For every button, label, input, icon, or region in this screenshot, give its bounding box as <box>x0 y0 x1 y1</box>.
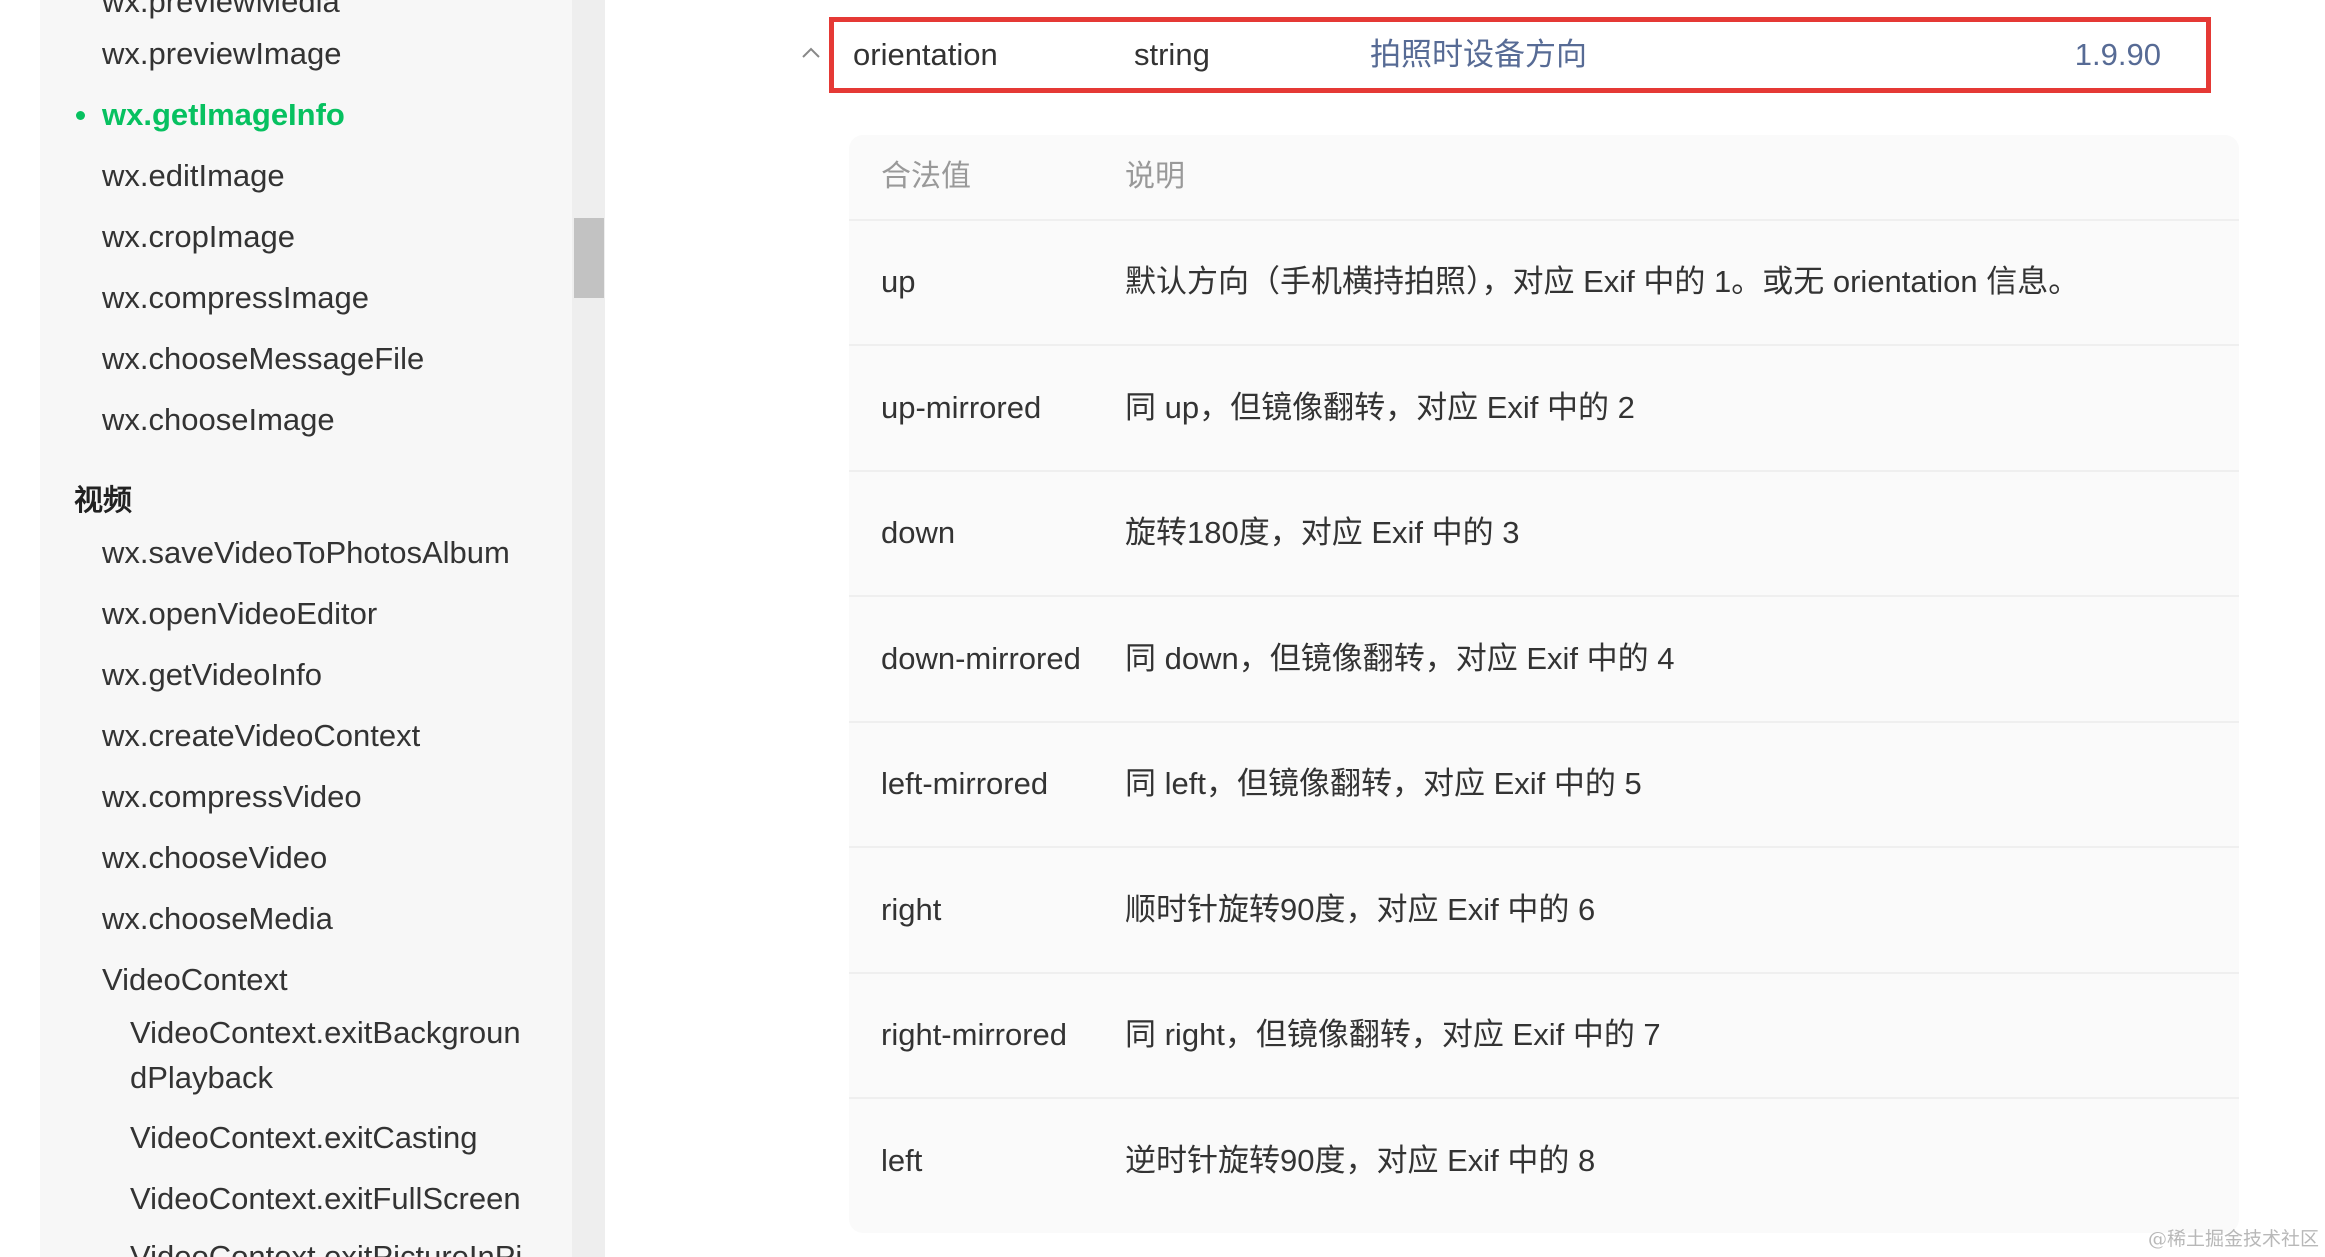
column-header-description: 说明 <box>1125 160 1185 193</box>
orientation-description: 顺时针旋转90度，对应 Exif 中的 6 <box>1125 891 1596 927</box>
sidebar-edge <box>0 0 40 1257</box>
chevron-up-icon[interactable] <box>800 42 822 64</box>
table-row: up 默认方向（手机横持拍照），对应 Exif 中的 1。或无 orientati… <box>849 219 2239 346</box>
param-row-orientation: orientation string 拍照时设备方向 1.9.90 <box>829 17 2211 93</box>
nav-item-wx-openvideoeditor[interactable]: wx.openVideoEditor <box>102 594 377 634</box>
orientation-description: 同 down，但镜像翻转，对应 Exif 中的 4 <box>1125 640 1675 676</box>
nav-item-wx-createvideocontext[interactable]: wx.createVideoContext <box>102 716 420 756</box>
nav-item-videocontext[interactable]: VideoContext <box>102 960 288 1000</box>
param-type: string <box>1134 37 1210 72</box>
nav-item-wx-compressimage[interactable]: wx.compressImage <box>102 278 369 318</box>
orientation-value: up <box>881 264 916 299</box>
sidebar-nav: wx.previewMedia wx.previewImage wx.getIm… <box>0 0 572 1257</box>
sidebar-scrollbar-track[interactable] <box>572 0 605 1257</box>
table-header: 合法值 说明 <box>849 135 2239 221</box>
watermark: @稀土掘金技术社区 <box>2147 1228 2319 1250</box>
nav-item-wx-editimage[interactable]: wx.editImage <box>102 156 285 196</box>
orientation-values-table: 合法值 说明 up 默认方向（手机横持拍照），对应 Exif 中的 1。或无 or… <box>849 135 2239 1233</box>
table-row: right-mirrored 同 right，但镜像翻转，对应 Exif 中的 7 <box>849 972 2239 1099</box>
table-row: up-mirrored 同 up，但镜像翻转，对应 Exif 中的 2 <box>849 345 2239 472</box>
orientation-value: left <box>881 1142 923 1178</box>
nav-item-wx-choosemessagefile[interactable]: wx.chooseMessageFile <box>102 339 424 379</box>
nav-item-wx-getimageinfo[interactable]: wx.getImageInfo <box>76 95 345 135</box>
orientation-value: down-mirrored <box>881 640 1081 676</box>
nav-item-wx-previewmedia[interactable]: wx.previewMedia <box>102 0 340 22</box>
sidebar-scrollbar-thumb[interactable] <box>574 218 604 298</box>
param-description: 拍照时设备方向 <box>1370 37 1587 72</box>
nav-item-wx-choosemedia[interactable]: wx.chooseMedia <box>102 899 333 939</box>
nav-item-videocontext-exitbackgroundplayback-line1[interactable]: VideoContext.exitBackgroun <box>130 1013 521 1053</box>
nav-item-wx-compressvideo[interactable]: wx.compressVideo <box>102 777 362 817</box>
param-min-version: 1.9.90 <box>2074 37 2161 72</box>
orientation-value: down <box>881 515 956 550</box>
nav-item-videocontext-exitbackgroundplayback-line2[interactable]: dPlayback <box>130 1058 273 1098</box>
table-row: left 逆时针旋转90度，对应 Exif 中的 8 <box>849 1098 2239 1223</box>
orientation-value: right-mirrored <box>881 1017 1068 1052</box>
active-indicator-dot <box>76 111 85 120</box>
orientation-description: 同 right，但镜像翻转，对应 Exif 中的 7 <box>1125 1017 1661 1052</box>
nav-item-label: wx.getImageInfo <box>102 97 345 132</box>
nav-item-videocontext-exitcasting[interactable]: VideoContext.exitCasting <box>130 1118 478 1158</box>
orientation-description: 同 up，但镜像翻转，对应 Exif 中的 2 <box>1125 389 1635 425</box>
orientation-description: 默认方向（手机横持拍照），对应 Exif 中的 1。或无 orientation… <box>1125 264 2080 299</box>
orientation-description: 同 left，但镜像翻转，对应 Exif 中的 5 <box>1125 766 1642 801</box>
nav-item-wx-previewimage[interactable]: wx.previewImage <box>102 34 341 74</box>
table-row: down 旋转180度，对应 Exif 中的 3 <box>849 470 2239 597</box>
table-row: right 顺时针旋转90度，对应 Exif 中的 6 <box>849 847 2239 974</box>
table-row: down-mirrored 同 down，但镜像翻转，对应 Exif 中的 4 <box>849 596 2239 723</box>
table-row: left-mirrored 同 left，但镜像翻转，对应 Exif 中的 5 <box>849 721 2239 848</box>
orientation-value: left-mirrored <box>881 766 1049 801</box>
orientation-description: 逆时针旋转90度，对应 Exif 中的 8 <box>1125 1142 1596 1178</box>
column-header-value: 合法值 <box>881 160 971 193</box>
nav-item-videocontext-exitpictureinpicture[interactable]: VideoContext.exitPictureInPi <box>130 1237 522 1257</box>
nav-item-videocontext-exitfullscreen[interactable]: VideoContext.exitFullScreen <box>130 1179 521 1219</box>
orientation-description: 旋转180度，对应 Exif 中的 3 <box>1125 515 1520 550</box>
nav-item-wx-getvideoinfo[interactable]: wx.getVideoInfo <box>102 655 322 695</box>
nav-item-wx-choosevideo[interactable]: wx.chooseVideo <box>102 838 327 878</box>
param-name: orientation <box>853 37 998 72</box>
orientation-value: right <box>881 891 942 927</box>
nav-item-wx-savevideotophotosalbum[interactable]: wx.saveVideoToPhotosAlbum <box>102 533 510 573</box>
nav-section-heading-video: 视频 <box>74 485 133 517</box>
nav-item-wx-chooseimage[interactable]: wx.chooseImage <box>102 400 335 440</box>
orientation-value: up-mirrored <box>881 389 1042 425</box>
nav-item-wx-cropimage[interactable]: wx.cropImage <box>102 217 295 257</box>
